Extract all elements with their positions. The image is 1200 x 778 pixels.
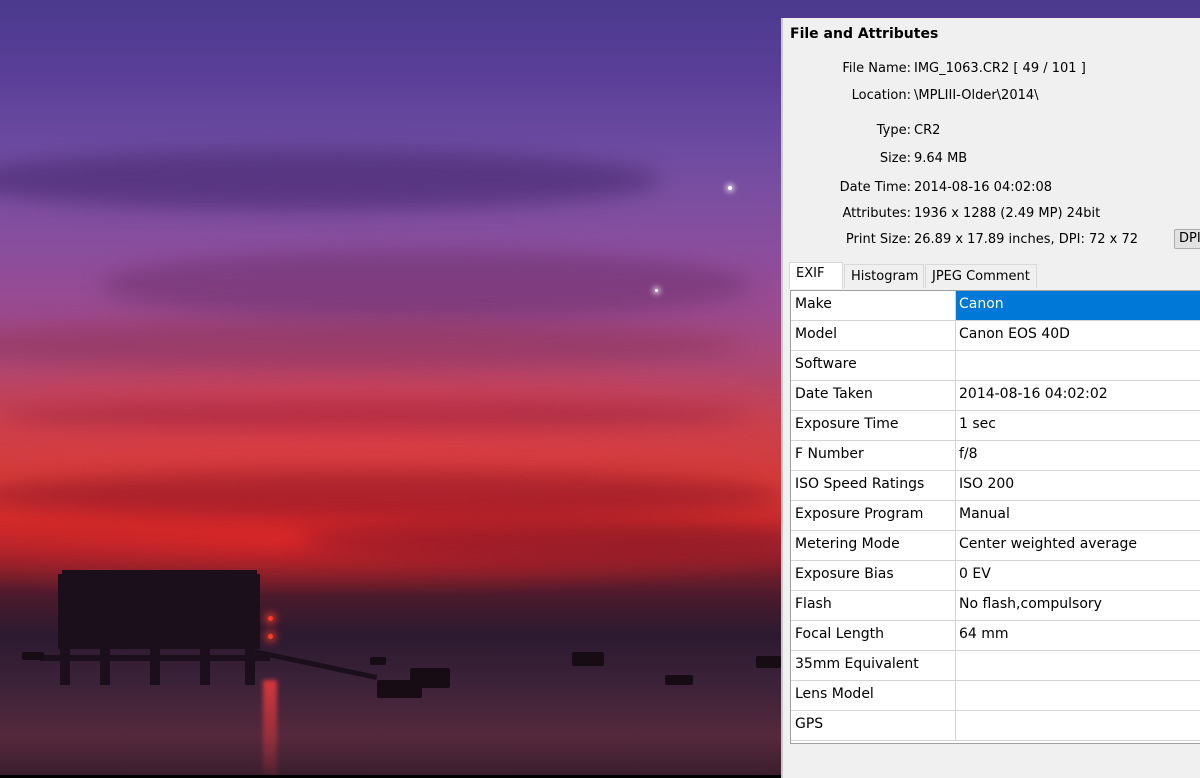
tab-jpeg-comment[interactable]: JPEG Comment — [925, 264, 1037, 288]
cloud-band — [0, 400, 750, 430]
info-row-attributes: Attributes: 1936 x 1288 (2.49 MP) 24bit — [783, 203, 1200, 225]
info-label: Location: — [851, 88, 911, 103]
cloud-band — [100, 250, 750, 320]
info-value: IMG_1063.CR2 [ 49 / 101 ] — [914, 61, 1086, 76]
exif-key: Make — [791, 291, 956, 320]
exif-row-iso[interactable]: ISO Speed Ratings ISO 200 — [791, 471, 1200, 501]
info-value: \MPLIII-Older\2014\ — [914, 88, 1039, 103]
exif-value: 64 mm — [959, 626, 1009, 642]
info-label: Date Time: — [839, 180, 911, 195]
exif-key: ISO Speed Ratings — [791, 471, 956, 500]
slipway — [248, 648, 378, 680]
exif-key: Metering Mode — [791, 531, 956, 560]
planet-dot — [728, 186, 732, 190]
cloud-band — [0, 150, 660, 210]
dpi-button[interactable]: DPI — [1174, 229, 1200, 249]
exif-row-make[interactable]: Make Canon — [791, 291, 1200, 321]
exif-key: Lens Model — [791, 681, 956, 710]
exif-key: Flash — [791, 591, 956, 620]
info-row-file-name: File Name: IMG_1063.CR2 [ 49 / 101 ] — [783, 58, 1200, 80]
exif-value: Canon — [956, 291, 1200, 320]
boathouse-silhouette — [58, 574, 260, 649]
pier-leg — [200, 645, 210, 685]
info-row-type: Type: CR2 — [783, 120, 1200, 142]
exif-row-lens-model[interactable]: Lens Model — [791, 681, 1200, 711]
exif-value: Center weighted average — [959, 536, 1138, 552]
info-value: CR2 — [914, 123, 941, 138]
info-value: 26.89 x 17.89 inches, DPI: 72 x 72 — [914, 232, 1139, 247]
exif-row-software[interactable]: Software — [791, 351, 1200, 381]
info-value: 1936 x 1288 (2.49 MP) 24bit — [914, 206, 1101, 221]
exif-value — [956, 681, 1200, 710]
cloud-band — [300, 520, 800, 560]
exif-value — [956, 711, 1200, 740]
boat-silhouette — [410, 668, 450, 688]
exif-row-exposure-program[interactable]: Exposure Program Manual — [791, 501, 1200, 531]
red-light — [268, 634, 273, 639]
cloud-band — [0, 470, 780, 520]
info-row-date-time: Date Time: 2014-08-16 04:02:08 — [783, 177, 1200, 199]
tab-histogram[interactable]: Histogram — [844, 264, 924, 288]
red-light — [268, 616, 273, 621]
pier-leg — [100, 645, 110, 685]
cloud-band — [0, 320, 740, 370]
exif-row-gps[interactable]: GPS — [791, 711, 1200, 741]
tab-exif[interactable]: EXIF — [789, 262, 843, 289]
exif-table: Make Canon Model Canon EOS 40D Software … — [790, 290, 1200, 744]
info-value: 2014-08-16 04:02:08 — [914, 180, 1053, 195]
exif-key: Exposure Bias — [791, 561, 956, 590]
file-attributes-panel: File and Attributes File Name: IMG_1063.… — [781, 18, 1200, 778]
exif-row-exposure-bias[interactable]: Exposure Bias 0 EV — [791, 561, 1200, 591]
info-label: Print Size: — [845, 232, 911, 247]
exif-row-exposure-time[interactable]: Exposure Time 1 sec — [791, 411, 1200, 441]
exif-key: GPS — [791, 711, 956, 740]
light-reflection — [263, 680, 277, 775]
info-label: Size: — [879, 151, 911, 166]
pier-leg — [60, 645, 70, 685]
exif-key: 35mm Equivalent — [791, 651, 956, 680]
exif-key: Focal Length — [791, 621, 956, 650]
exif-row-model[interactable]: Model Canon EOS 40D — [791, 321, 1200, 351]
boat-silhouette — [756, 656, 781, 668]
panel-title: File and Attributes — [790, 26, 939, 42]
exif-key: Exposure Program — [791, 501, 956, 530]
boat-silhouette — [22, 652, 44, 660]
boat-silhouette — [572, 652, 604, 666]
exif-value — [956, 351, 1200, 380]
planet-dot — [655, 289, 658, 292]
exif-row-35mm-equivalent[interactable]: 35mm Equivalent — [791, 651, 1200, 681]
info-label: Attributes: — [842, 206, 911, 221]
exif-key: Software — [791, 351, 956, 380]
exif-key: Model — [791, 321, 956, 350]
exif-key: Exposure Time — [791, 411, 956, 440]
info-row-size: Size: 9.64 MB — [783, 148, 1200, 170]
pier-deck — [40, 655, 270, 661]
exif-value: 2014-08-16 04:02:02 — [959, 386, 1108, 402]
exif-row-date-taken[interactable]: Date Taken 2014-08-16 04:02:02 — [791, 381, 1200, 411]
exif-row-focal-length[interactable]: Focal Length 64 mm — [791, 621, 1200, 651]
exif-value: ISO 200 — [959, 476, 1015, 492]
exif-key: Date Taken — [791, 381, 956, 410]
info-value: 9.64 MB — [914, 151, 968, 166]
info-row-print-size: Print Size: 26.89 x 17.89 inches, DPI: 7… — [783, 229, 1200, 251]
pier-leg — [150, 645, 160, 685]
info-row-location: Location: \MPLIII-Older\2014\ — [783, 85, 1200, 107]
exif-key: F Number — [791, 441, 956, 470]
exif-value: Canon EOS 40D — [959, 326, 1070, 342]
boat-silhouette — [370, 657, 386, 665]
info-label: Type: — [876, 123, 911, 138]
boathouse-roof — [62, 570, 257, 576]
exif-row-f-number[interactable]: F Number f/8 — [791, 441, 1200, 471]
exif-value: 0 EV — [959, 566, 991, 582]
exif-value — [956, 651, 1200, 680]
exif-row-metering-mode[interactable]: Metering Mode Center weighted average — [791, 531, 1200, 561]
boat-silhouette — [665, 675, 693, 685]
exif-value: No flash,compulsory — [959, 596, 1102, 612]
exif-value: f/8 — [959, 446, 978, 462]
exif-value: 1 sec — [959, 416, 996, 432]
exif-row-flash[interactable]: Flash No flash,compulsory — [791, 591, 1200, 621]
info-label: File Name: — [842, 61, 911, 76]
exif-value: Manual — [959, 506, 1010, 522]
